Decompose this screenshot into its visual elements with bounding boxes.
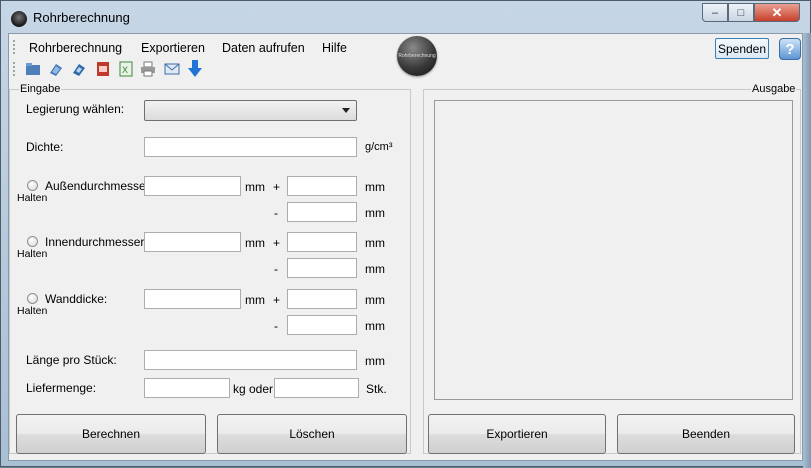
outer-minus-tolerance-input[interactable]	[287, 202, 357, 222]
inner-plus-unit: mm	[365, 236, 385, 250]
save-icon[interactable]	[48, 61, 64, 77]
toolbar: X	[9, 60, 409, 80]
calculate-button[interactable]: Berechnen	[16, 414, 206, 454]
outer-plus-unit: mm	[365, 180, 385, 194]
length-label: Länge pro Stück:	[26, 353, 117, 367]
clear-button[interactable]: Löschen	[217, 414, 407, 454]
menu-rohrberechnung[interactable]: Rohrberechnung	[29, 41, 122, 55]
quantity-pieces-input[interactable]	[274, 378, 359, 398]
inner-minus-sign: -	[274, 262, 278, 276]
quantity-label: Liefermenge:	[26, 381, 97, 395]
mail-icon[interactable]	[164, 61, 180, 77]
wall-unit: mm	[245, 293, 265, 307]
wall-thickness-input[interactable]	[144, 289, 241, 309]
menu-hilfe[interactable]: Hilfe	[322, 41, 347, 55]
outer-minus-sign: -	[274, 206, 278, 220]
outer-diameter-label: Außendurchmesser:	[45, 179, 154, 193]
wall-plus-unit: mm	[365, 293, 385, 307]
density-label: Dichte:	[26, 140, 64, 154]
alloy-select[interactable]	[144, 100, 357, 121]
quantity-kg-input[interactable]	[144, 378, 230, 398]
wall-plus-tolerance-input[interactable]	[287, 289, 357, 309]
wall-hold-radio[interactable]	[27, 293, 38, 304]
quantity-kg-or-label: kg oder	[233, 382, 274, 396]
print-icon[interactable]	[140, 61, 156, 77]
length-unit: mm	[365, 354, 385, 368]
wall-minus-unit: mm	[365, 319, 385, 333]
quit-button[interactable]: Beenden	[617, 414, 795, 454]
inner-diameter-input[interactable]	[144, 232, 241, 252]
menu-exportieren[interactable]: Exportieren	[141, 41, 205, 55]
density-unit: g/cm³	[365, 141, 393, 153]
outer-hold-radio[interactable]	[27, 180, 38, 191]
toolbar-grip[interactable]	[13, 62, 18, 76]
save-as-icon[interactable]	[71, 61, 87, 77]
download-arrow-icon[interactable]	[187, 60, 203, 77]
outer-minus-unit: mm	[365, 206, 385, 220]
quantity-pieces-unit: Stk.	[366, 382, 387, 396]
inner-minus-tolerance-input[interactable]	[287, 258, 357, 278]
open-icon[interactable]	[25, 61, 41, 77]
outer-diameter-input[interactable]	[144, 176, 241, 196]
svg-text:X: X	[122, 65, 128, 75]
output-group-title: Ausgabe	[751, 83, 797, 95]
pdf-icon[interactable]	[95, 61, 111, 77]
input-group-title: Eingabe	[19, 83, 62, 95]
outer-plus-sign: +	[273, 180, 281, 194]
inner-plus-tolerance-input[interactable]	[287, 232, 357, 252]
inner-diameter-label: Innendurchmesser:	[45, 235, 148, 249]
inner-unit: mm	[245, 236, 265, 250]
wall-plus-sign: +	[273, 293, 281, 307]
outer-hold-label: Halten	[17, 192, 48, 204]
outer-unit: mm	[245, 180, 265, 194]
export-button[interactable]: Exportieren	[428, 414, 606, 454]
menu-grip[interactable]	[13, 40, 18, 54]
inner-minus-unit: mm	[365, 262, 385, 276]
wall-minus-sign: -	[274, 319, 278, 333]
client-area: Rohrberechnung Exportieren Daten aufrufe…	[8, 33, 803, 461]
title-bar[interactable]: Rohrberechnung – □ ✕	[1, 1, 810, 33]
help-icon[interactable]: ?	[779, 38, 801, 60]
donate-button[interactable]: Spenden	[715, 38, 769, 59]
excel-icon[interactable]: X	[118, 61, 134, 77]
logo-text: Rohrberechnung	[398, 53, 436, 59]
inner-plus-sign: +	[273, 236, 281, 250]
window-title: Rohrberechnung	[33, 10, 130, 25]
main-window: Rohrberechnung – □ ✕ Rohrberechnung Expo…	[0, 0, 811, 468]
chevron-down-icon	[342, 108, 350, 113]
minimize-button[interactable]: –	[702, 3, 728, 22]
maximize-button[interactable]: □	[728, 3, 754, 22]
alloy-label: Legierung wählen:	[26, 102, 125, 116]
window-frame-right	[803, 33, 811, 468]
density-input[interactable]	[144, 137, 357, 157]
outer-plus-tolerance-input[interactable]	[287, 176, 357, 196]
wall-minus-tolerance-input[interactable]	[287, 315, 357, 335]
inner-hold-radio[interactable]	[27, 236, 38, 247]
wall-thickness-label: Wanddicke:	[45, 292, 108, 306]
length-input[interactable]	[144, 350, 357, 370]
close-button[interactable]: ✕	[754, 3, 800, 22]
inner-hold-label: Halten	[17, 248, 48, 260]
output-area[interactable]	[434, 100, 793, 400]
wall-hold-label: Halten	[17, 305, 48, 317]
app-logo-icon	[11, 11, 27, 27]
menu-daten-aufrufen[interactable]: Daten aufrufen	[222, 41, 305, 55]
